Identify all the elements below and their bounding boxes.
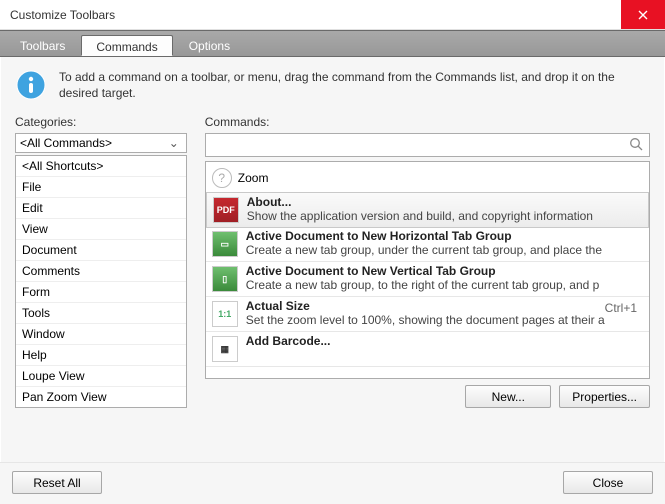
panel: To add a command on a toolbar, or menu, … [0,57,665,477]
command-title: About... [247,195,642,209]
pdf-icon: PDF [213,197,239,223]
search-input[interactable] [210,138,629,152]
command-item[interactable]: PDF About... Show the application versio… [206,192,649,228]
categories-label: Categories: [15,115,187,129]
new-button[interactable]: New... [465,385,551,408]
titlebar: Customize Toolbars [0,0,665,30]
list-item[interactable]: Help [16,345,186,366]
barcode-icon: ▦ [212,336,238,362]
command-group-header: ? Zoom [206,162,649,193]
command-shortcut: Ctrl+1 [605,299,643,329]
list-item[interactable]: Comments [16,261,186,282]
list-item[interactable]: Document [16,240,186,261]
command-item[interactable]: ▭ Active Document to New Horizontal Tab … [206,227,649,262]
list-item[interactable]: <All Shortcuts> [16,156,186,177]
command-title: Active Document to New Vertical Tab Grou… [246,264,643,278]
horizontal-tab-icon: ▭ [212,231,238,257]
command-item[interactable]: ▯ Active Document to New Vertical Tab Gr… [206,262,649,297]
tab-commands[interactable]: Commands [81,35,172,56]
search-icon [629,137,645,154]
tab-options[interactable]: Options [175,35,244,56]
command-group-label: Zoom [238,171,269,185]
list-item[interactable]: Edit [16,198,186,219]
list-item[interactable]: Form [16,282,186,303]
command-title: Add Barcode... [246,334,643,348]
command-desc: Set the zoom level to 100%, showing the … [246,313,605,327]
commands-buttons: New... Properties... [205,385,650,408]
categories-column: Categories: <All Commands> ⌄ <All Shortc… [15,115,187,408]
reset-all-button[interactable]: Reset All [12,471,102,494]
list-item[interactable]: Loupe View [16,366,186,387]
info-text: To add a command on a toolbar, or menu, … [59,69,650,101]
tab-bar: Toolbars Commands Options [0,30,665,57]
command-desc: Show the application version and build, … [247,209,642,223]
list-item[interactable]: View [16,219,186,240]
categories-select-value: <All Commands> [20,136,166,150]
command-desc: Create a new tab group, under the curren… [246,243,643,257]
categories-list[interactable]: <All Shortcuts> File Edit View Document … [15,155,187,408]
list-item[interactable]: File [16,177,186,198]
list-item[interactable]: Tools [16,303,186,324]
commands-search[interactable] [205,133,650,157]
categories-select[interactable]: <All Commands> ⌄ [15,133,187,153]
list-item[interactable]: Window [16,324,186,345]
question-icon: ? [212,168,232,188]
commands-column: Commands: ? Zoom PDF About... Show the a… [205,115,650,408]
tab-toolbars[interactable]: Toolbars [6,35,79,56]
close-button[interactable]: Close [563,471,653,494]
commands-list[interactable]: ? Zoom PDF About... Show the application… [205,161,650,379]
vertical-tab-icon: ▯ [212,266,238,292]
command-item[interactable]: 1:1 Actual Size Set the zoom level to 10… [206,297,649,332]
actual-size-icon: 1:1 [212,301,238,327]
chevron-down-icon: ⌄ [166,136,182,150]
properties-button[interactable]: Properties... [559,385,650,408]
command-title: Actual Size [246,299,605,313]
footer: Reset All Close [0,462,665,504]
command-desc: Create a new tab group, to the right of … [246,278,643,292]
close-icon[interactable] [621,0,665,29]
command-item[interactable]: ▦ Add Barcode... [206,332,649,367]
commands-label: Commands: [205,115,650,129]
list-item[interactable]: Pan Zoom View [16,387,186,407]
columns: Categories: <All Commands> ⌄ <All Shortc… [15,115,650,408]
window-title: Customize Toolbars [10,8,621,22]
info-icon [15,69,47,101]
info-row: To add a command on a toolbar, or menu, … [15,69,650,101]
command-title: Active Document to New Horizontal Tab Gr… [246,229,643,243]
